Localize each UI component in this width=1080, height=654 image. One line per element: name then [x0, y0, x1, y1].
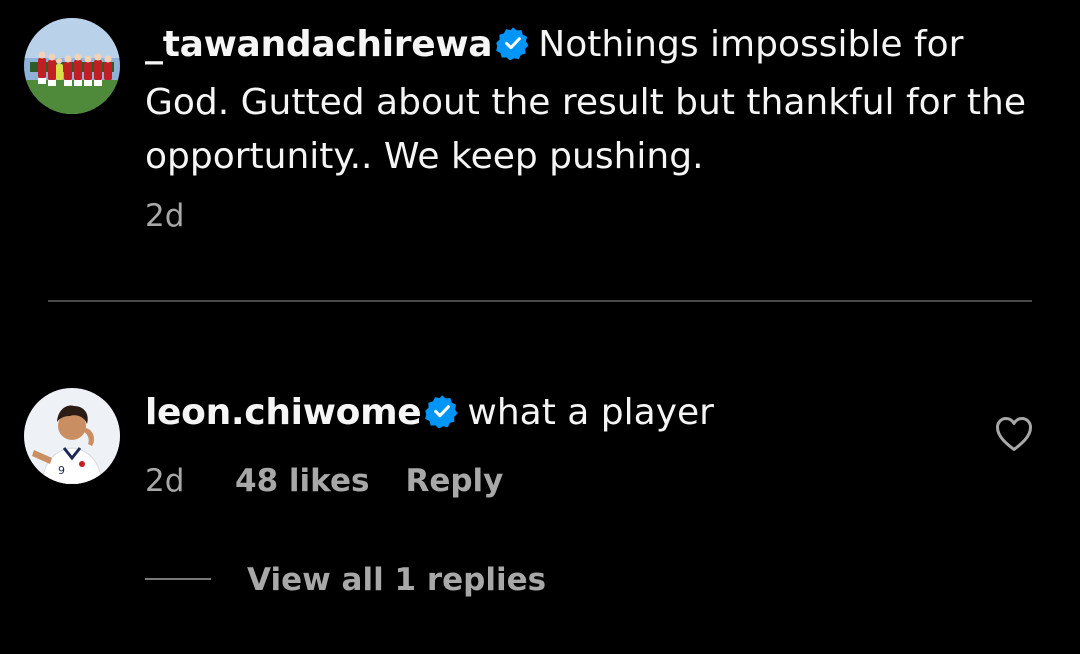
comment-avatar[interactable]: 9	[24, 388, 120, 484]
replies-line	[145, 578, 211, 580]
heart-outline-icon[interactable]	[994, 415, 1034, 453]
player-photo-image: 9	[24, 388, 120, 484]
verified-badge-icon	[425, 390, 459, 444]
verified-badge-icon	[496, 22, 530, 76]
post-text-line-2: God. Gutted about the result but thankfu…	[145, 82, 1027, 123]
divider	[48, 300, 1032, 302]
svg-text:9: 9	[58, 464, 65, 477]
post-caption: _tawandachirewa Nothings impossible for G…	[145, 18, 1080, 184]
post-text-line-3: opportunity.. We keep pushing.	[145, 136, 704, 177]
post-timestamp: 2d	[145, 198, 185, 234]
post-avatar[interactable]	[24, 18, 120, 114]
view-replies-button[interactable]: View all 1 replies	[247, 558, 546, 602]
comment-timestamp: 2d	[145, 463, 185, 499]
comment-actions: 2d 48 likes Reply	[145, 458, 503, 504]
post-text-line-1: Nothings impossible for	[538, 24, 964, 65]
comment-likes-count[interactable]: 48 likes	[235, 463, 369, 499]
comment-body: leon.chiwome what a player	[145, 386, 714, 444]
comment-text: what a player	[467, 392, 714, 433]
post-username[interactable]: _tawandachirewa	[145, 24, 493, 65]
team-photo-image	[24, 18, 120, 114]
reply-button[interactable]: Reply	[405, 463, 503, 499]
comment-username[interactable]: leon.chiwome	[145, 392, 422, 433]
